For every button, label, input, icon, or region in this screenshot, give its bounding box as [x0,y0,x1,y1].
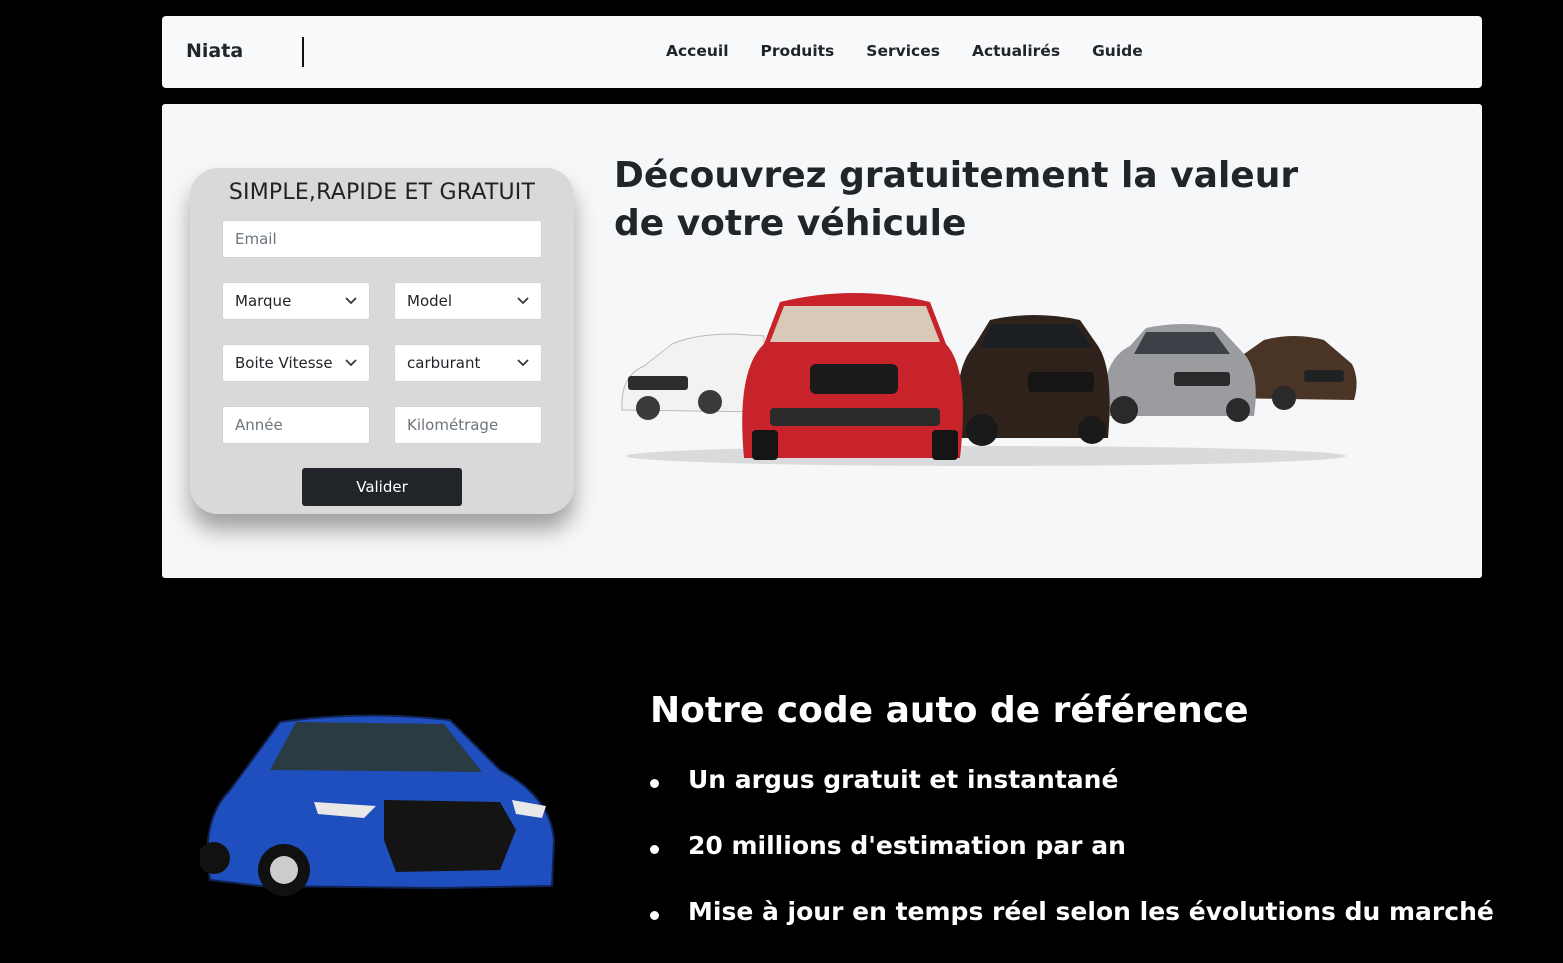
blue-car-illustration [200,714,556,896]
feature-text: Mise à jour en temps réel selon les évol… [688,897,1494,926]
dark-brown-car-image [956,315,1110,446]
annee-placeholder: Année [235,416,283,434]
carburant-value: carburant [407,354,481,372]
chevron-down-icon [345,297,357,305]
feature-item: Un argus gratuit et instantané [650,765,1494,831]
silver-car-image [1103,324,1256,424]
valider-button[interactable]: Valider [302,468,462,506]
bullet-icon [650,845,659,854]
estimation-form: SIMPLE,RAPIDE ET GRATUIT Email Marque Mo… [190,168,574,514]
brand-logo[interactable]: Niata [186,40,243,62]
nav-divider [302,37,304,67]
model-value: Model [407,292,453,310]
feature-text: Un argus gratuit et instantané [688,765,1119,794]
chevron-down-icon [517,359,529,367]
carburant-select[interactable]: carburant [394,344,542,382]
nav-links: Acceuil Produits Services Actualirés Gui… [666,42,1143,60]
nav-item-produits[interactable]: Produits [761,42,835,60]
bullet-icon [650,911,659,920]
nav-item-services[interactable]: Services [866,42,940,60]
hero-section: SIMPLE,RAPIDE ET GRATUIT Email Marque Mo… [162,104,1482,578]
nav-item-guide[interactable]: Guide [1092,42,1143,60]
car-lineup-image [621,293,1357,466]
feature-item: 20 millions d'estimation par an [650,831,1494,897]
annee-field[interactable]: Année [222,406,370,444]
feature-text: 20 millions d'estimation par an [688,831,1126,860]
nav-item-acceuil[interactable]: Acceuil [666,42,729,60]
navbar: Niata Acceuil Produits Services Actualir… [162,16,1482,88]
model-select[interactable]: Model [394,282,542,320]
boite-vitesse-value: Boite Vitesse [235,354,333,372]
nav-item-actualites[interactable]: Actualirés [972,42,1060,60]
bullet-icon [650,779,659,788]
feature-item: Mise à jour en temps réel selon les évol… [650,897,1494,963]
marque-value: Marque [235,292,292,310]
feature-list: Un argus gratuit et instantané 20 millio… [650,765,1494,963]
form-title: SIMPLE,RAPIDE ET GRATUIT [228,180,536,205]
chevron-down-icon [517,297,529,305]
section-title: Notre code auto de référence [650,690,1249,731]
hero-title: Découvrez gratuitement la valeur de votr… [614,155,1299,244]
marque-select[interactable]: Marque [222,282,370,320]
email-field[interactable]: Email [222,220,542,258]
boite-vitesse-select[interactable]: Boite Vitesse [222,344,370,382]
red-car-image [742,293,963,460]
chevron-down-icon [345,359,357,367]
kilometrage-field[interactable]: Kilométrage [394,406,542,444]
email-placeholder: Email [235,230,277,248]
kilometrage-placeholder: Kilométrage [407,416,499,434]
